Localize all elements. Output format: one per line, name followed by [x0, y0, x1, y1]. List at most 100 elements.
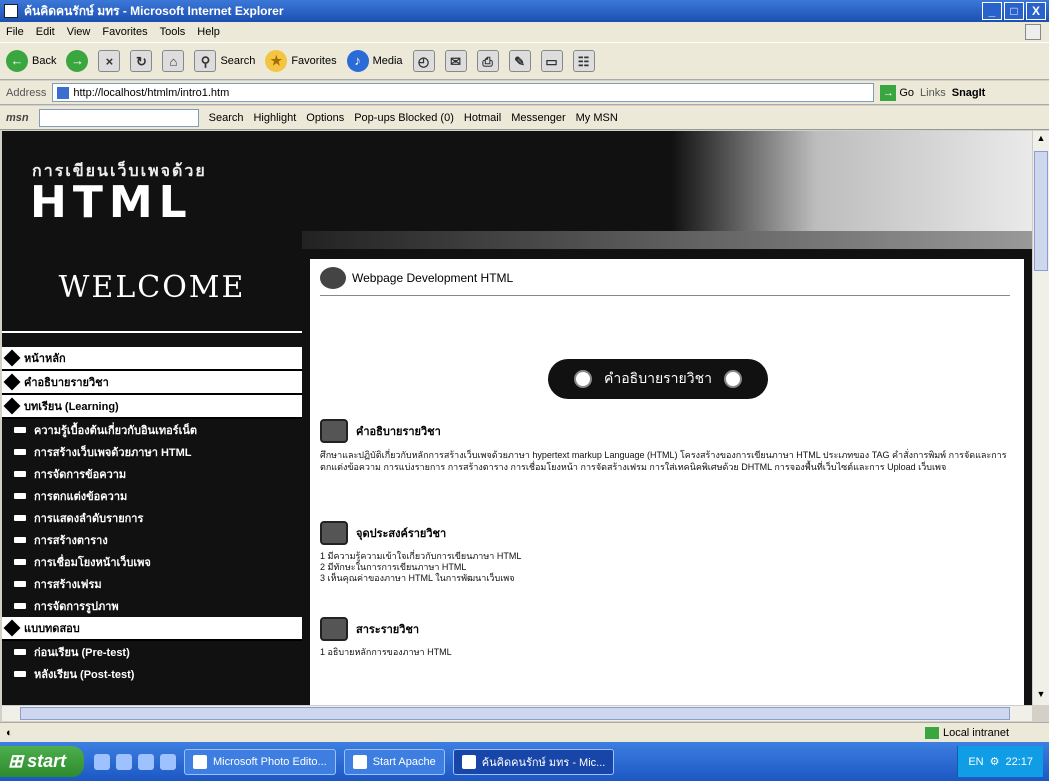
pretest-label: ก่อนเรียน (Pre-test)	[34, 647, 130, 659]
messenger-button-msn[interactable]: Messenger	[511, 112, 565, 124]
lesson-link[interactable]: การสร้างเฟรม	[2, 573, 302, 595]
windows-flag-icon: ⊞	[8, 751, 24, 771]
book-icon	[320, 419, 348, 443]
minimize-button[interactable]: _	[982, 2, 1002, 20]
links-button[interactable]: Links	[920, 87, 946, 99]
discuss-button[interactable]: ▭	[540, 50, 563, 72]
vertical-scrollbar[interactable]: ▲ ▼	[1032, 131, 1049, 705]
ie-icon	[4, 4, 18, 18]
tray-icon[interactable]: ⚙	[990, 755, 1000, 768]
favorites-button[interactable]: ★ Favorites	[265, 50, 337, 72]
scroll-down-icon[interactable]: ▼	[1034, 689, 1048, 703]
scroll-up-icon[interactable]: ▲	[1034, 133, 1048, 147]
nav-learning[interactable]: บทเรียน (Learning)	[2, 395, 302, 419]
msn-logo[interactable]: msn	[6, 112, 29, 124]
menu-view[interactable]: View	[67, 26, 91, 38]
quicklaunch-icon[interactable]	[94, 753, 110, 770]
lesson-link[interactable]: การเชื่อมโยงหน้าเว็บเพจ	[2, 551, 302, 573]
clock[interactable]: 22:17	[1005, 756, 1033, 768]
popups-blocked-button[interactable]: Pop-ups Blocked (0)	[354, 112, 454, 124]
lesson-link[interactable]: การตกแต่งข้อความ	[2, 485, 302, 507]
section-head: คำอธิบายรายวิชา	[320, 419, 1010, 443]
pointing-hand-icon	[14, 537, 26, 543]
taskbar-item-photo-editor[interactable]: Microsoft Photo Edito...	[184, 748, 336, 775]
edit-button[interactable]: ✎	[508, 50, 531, 72]
main-content: Webpage Development HTML คำอธิบายรายวิชา…	[310, 259, 1024, 705]
lesson-link[interactable]: การจัดการรูปภาพ	[2, 595, 302, 617]
pointing-hand-icon	[14, 449, 26, 455]
posttest-link[interactable]: หลังเรียน (Post-test)	[2, 663, 302, 685]
forward-button[interactable]: →	[66, 50, 89, 72]
taskbar-item-apache[interactable]: Start Apache	[343, 748, 445, 775]
hotmail-button[interactable]: Hotmail	[464, 112, 501, 124]
title-bar[interactable]: ค้นคิดคนรักษ์ มทร - Microsoft Internet E…	[0, 0, 1049, 22]
go-button[interactable]: → Go	[880, 84, 914, 101]
section-title: จุดประสงค์รายวิชา	[356, 528, 447, 540]
pointing-hand-icon	[14, 427, 26, 433]
diamond-icon	[3, 619, 21, 637]
lesson-link[interactable]: การจัดการข้อความ	[2, 463, 302, 485]
page-status-icon: ◐	[6, 726, 13, 739]
star-icon: ★	[265, 50, 288, 72]
header-divider	[320, 295, 1010, 296]
section-title: คำอธิบายรายวิชา	[356, 426, 441, 438]
snagit-button[interactable]: SnagIt	[952, 87, 986, 99]
pretest-link[interactable]: ก่อนเรียน (Pre-test)	[2, 641, 302, 663]
lesson-label: ความรู้เบื้องต้นเกี่ยวกับอินเทอร์เน็ต	[34, 425, 198, 437]
history-button[interactable]: ◴	[412, 50, 435, 72]
objective-item: 2 มีทักษะในการการเขียนภาษา HTML	[320, 562, 467, 572]
menu-edit[interactable]: Edit	[36, 26, 55, 38]
msn-search-button[interactable]: Search	[209, 112, 244, 124]
menu-file[interactable]: File	[6, 26, 24, 38]
pointing-hand-icon	[14, 559, 26, 565]
menu-help[interactable]: Help	[197, 26, 220, 38]
maximize-button[interactable]: □	[1004, 2, 1024, 20]
start-button[interactable]: ⊞ start	[0, 746, 84, 777]
close-button[interactable]: X	[1026, 2, 1046, 20]
scroll-thumb[interactable]	[1034, 151, 1048, 271]
nav-tests[interactable]: แบบทดสอบ	[2, 617, 302, 641]
refresh-button[interactable]: ↻	[130, 50, 153, 72]
apache-icon	[352, 754, 367, 769]
lesson-link[interactable]: การแสดงลำดับรายการ	[2, 507, 302, 529]
msn-search-input[interactable]	[38, 108, 199, 127]
nav-home[interactable]: หน้าหลัก	[2, 347, 302, 371]
horizontal-scrollbar[interactable]	[2, 705, 1032, 721]
page-banner: การเขียนเว็บเพจด้วย HTML	[2, 131, 1032, 249]
banner-swoosh	[302, 231, 1032, 249]
nav-course-description[interactable]: คำอธิบายรายวิชา	[2, 371, 302, 395]
page-header-title: Webpage Development HTML	[352, 271, 514, 285]
quicklaunch-icon[interactable]	[160, 753, 176, 770]
msn-toolbar: msn Search Highlight Options Pop-ups Blo…	[0, 106, 1049, 130]
language-indicator[interactable]: EN	[968, 756, 983, 768]
taskbar-item-ie[interactable]: ค้นคิดคนรักษ์ มทร - Mic...	[452, 748, 615, 775]
home-button[interactable]: ⌂	[162, 50, 185, 72]
stop-button[interactable]: ×	[98, 50, 121, 72]
back-button[interactable]: ← Back	[6, 50, 56, 72]
highlight-button[interactable]: Highlight	[253, 112, 296, 124]
pointing-hand-icon	[14, 515, 26, 521]
diamond-icon	[3, 349, 21, 367]
lesson-label: การเชื่อมโยงหน้าเว็บเพจ	[34, 557, 151, 569]
lesson-link[interactable]: การสร้างตาราง	[2, 529, 302, 551]
messenger-button[interactable]: ☷	[572, 50, 595, 72]
print-button[interactable]: ⎙	[476, 50, 499, 72]
welcome-heading: WELCOME	[58, 269, 246, 305]
options-button[interactable]: Options	[306, 112, 344, 124]
system-tray: EN ⚙ 22:17	[957, 746, 1043, 777]
nav-course-description-label: คำอธิบายรายวิชา	[24, 377, 109, 389]
mymsn-button[interactable]: My MSN	[576, 112, 618, 124]
lesson-link[interactable]: ความรู้เบื้องต้นเกี่ยวกับอินเทอร์เน็ต	[2, 419, 302, 441]
quicklaunch-icon[interactable]	[116, 753, 132, 770]
quicklaunch-icon[interactable]	[138, 753, 154, 770]
menu-tools[interactable]: Tools	[160, 26, 186, 38]
lesson-link[interactable]: การสร้างเว็บเพจด้วยภาษา HTML	[2, 441, 302, 463]
hscroll-thumb[interactable]	[20, 707, 1010, 720]
search-button[interactable]: ⚲ Search	[194, 50, 255, 72]
window-title: ค้นคิดคนรักษ์ มทร - Microsoft Internet E…	[24, 3, 284, 18]
address-input[interactable]: http://localhost/htmlm/intro1.htm	[52, 83, 875, 102]
menu-favorites[interactable]: Favorites	[102, 26, 147, 38]
media-button[interactable]: ♪ Media	[346, 50, 403, 72]
pointing-hand-icon	[14, 493, 26, 499]
mail-button[interactable]: ✉	[444, 50, 467, 72]
